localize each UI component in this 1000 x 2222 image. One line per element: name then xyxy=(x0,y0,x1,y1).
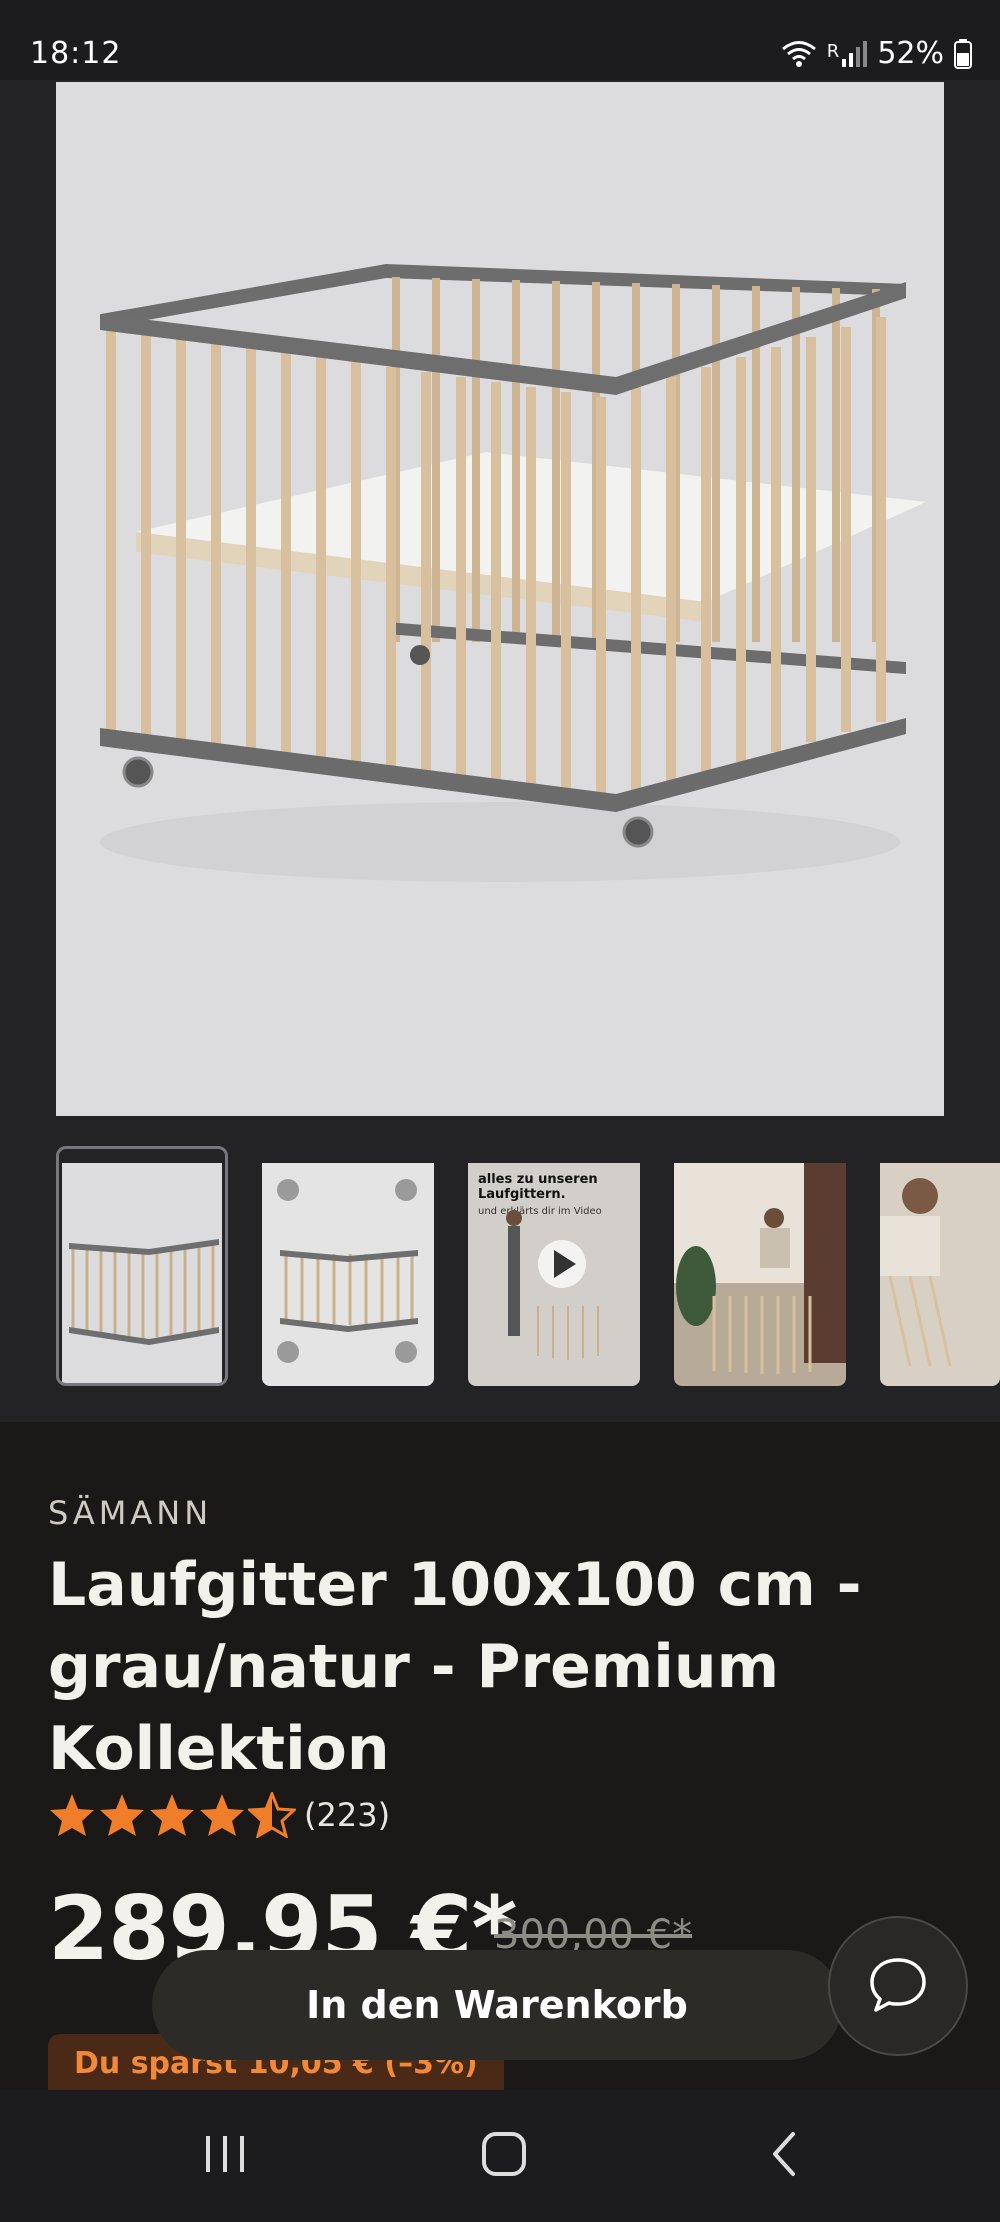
battery-icon xyxy=(954,38,972,69)
star-icon xyxy=(50,1794,94,1836)
thumbnail-strip[interactable]: alles zu unseren Laufgittern. und erklär… xyxy=(56,1146,1000,1386)
rating-stars xyxy=(48,1792,296,1838)
chat-button[interactable] xyxy=(828,1916,968,2056)
status-icons: R 52% xyxy=(781,36,972,71)
thumbnail-2[interactable] xyxy=(262,1146,434,1386)
star-icon xyxy=(200,1794,244,1836)
star-icon xyxy=(100,1794,144,1836)
product-title: Laufgitter 100x100 cm - grau/natur - Pre… xyxy=(48,1550,862,1784)
star-icon xyxy=(150,1794,194,1836)
system-nav-bar xyxy=(0,2090,1000,2222)
back-chevron-icon xyxy=(769,2130,799,2182)
recent-apps-icon xyxy=(202,2134,248,2178)
rating-count: (223) xyxy=(304,1796,391,1834)
status-bar: 18:12 R 52% xyxy=(0,0,1000,80)
battery-percent: 52% xyxy=(877,36,944,71)
star-half-icon xyxy=(248,1792,296,1838)
thumbnail-4[interactable] xyxy=(674,1146,846,1386)
back-button[interactable] xyxy=(744,2126,824,2186)
product-brand[interactable]: SÄMANN xyxy=(48,1494,212,1532)
status-time: 18:12 xyxy=(30,36,122,71)
thumbnail-1[interactable] xyxy=(56,1146,228,1386)
product-media: alles zu unseren Laufgittern. und erklär… xyxy=(0,80,1000,1422)
home-icon xyxy=(480,2130,528,2182)
thumbnail-5[interactable] xyxy=(880,1146,1000,1386)
product-rating[interactable]: (223) xyxy=(48,1792,390,1838)
home-button[interactable] xyxy=(464,2126,544,2186)
recent-apps-button[interactable] xyxy=(185,2126,265,2186)
add-to-cart-button[interactable]: In den Warenkorb xyxy=(152,1950,842,2060)
chat-bubble-icon xyxy=(866,1954,930,2018)
network-label: R xyxy=(826,40,840,62)
wifi-icon xyxy=(781,40,817,68)
thumbnail-video[interactable]: alles zu unseren Laufgittern. und erklär… xyxy=(468,1146,640,1386)
product-image[interactable] xyxy=(56,82,944,1116)
signal-icon: R xyxy=(826,40,868,67)
